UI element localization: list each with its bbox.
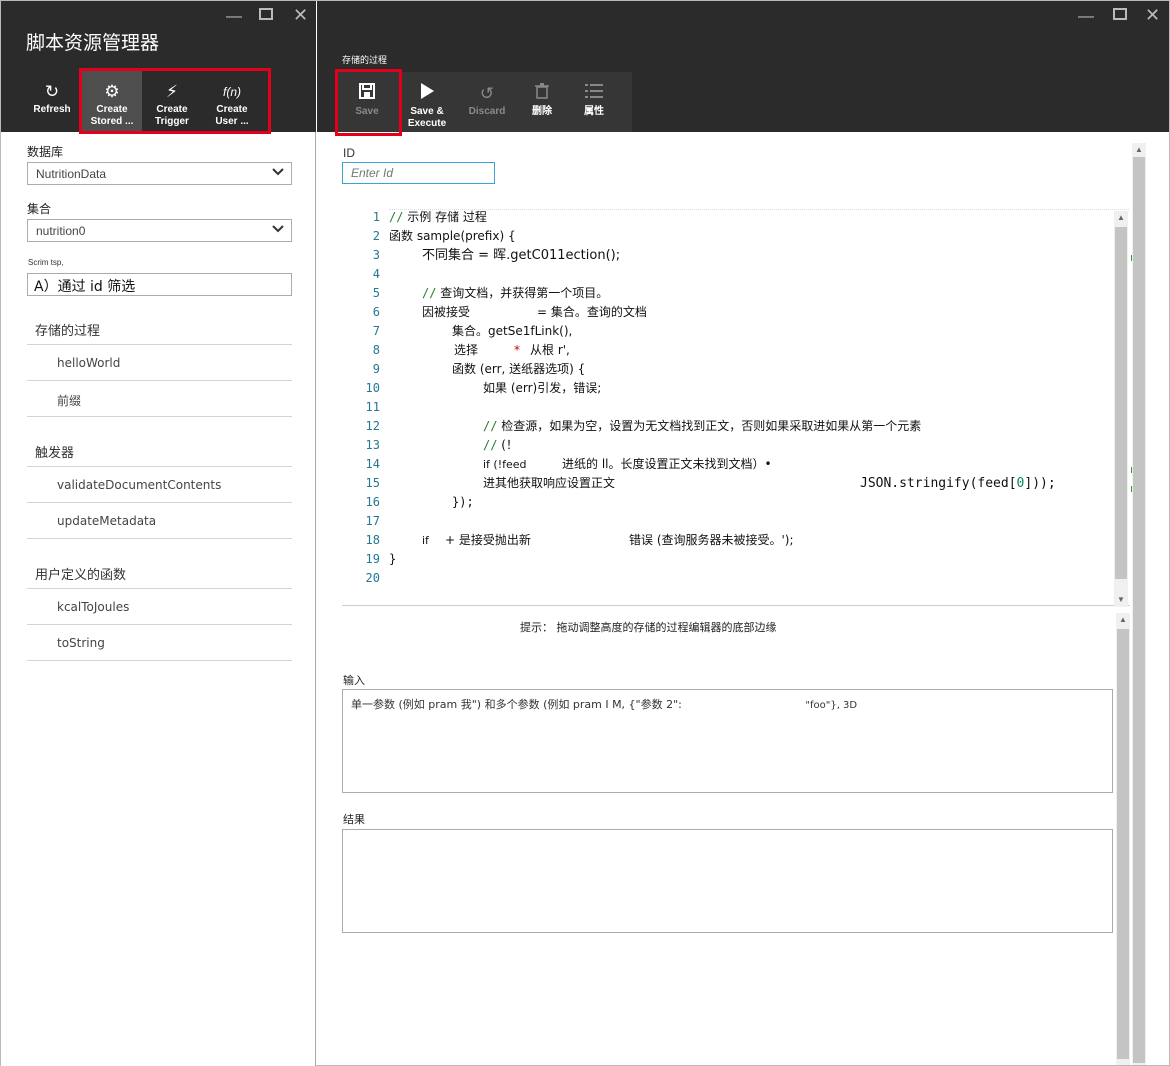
stored-procedure-blade: — ✕ 存储的过程 Save Save & Execute ↺ Discard … [317,1,1169,1066]
delete-button[interactable]: 删除 [512,72,572,134]
highlight-box [335,69,402,136]
blade-scrollbar[interactable]: ▲ [1116,613,1130,1065]
input-textarea[interactable]: 单一参数 (例如 pram 我") 和多个参数 (例如 pram I M, {"… [342,689,1113,793]
undo-icon: ↺ [479,84,495,103]
code-line: 20 [365,571,380,585]
code-line: 18 if + 是接受抛出新 错误 (查询服务器未被接受。'); [365,533,794,547]
maximize-icon[interactable] [259,8,273,24]
scrollbar-thumb[interactable] [1133,157,1145,1063]
scroll-up-icon[interactable]: ▲ [1119,615,1127,624]
close-icon[interactable]: ✕ [293,6,308,24]
code-line: 3 不同集合 = 晖.getC011ection(); [372,248,621,263]
code-editor[interactable]: 1// 示例 存储 过程 2 函数 sample(prefix) { 3 不同集合 … [342,208,1137,606]
list-item[interactable]: validateDocumentContents [27,467,292,503]
input-label: 输入 [343,674,365,687]
outer-scrollbar[interactable]: ▲ [1132,143,1146,1065]
save-execute-label-2: Execute [407,118,447,129]
collection-select[interactable]: nutrition0 [27,219,292,242]
scroll-down-icon[interactable]: ▼ [1117,595,1125,604]
code-line: 4 [372,267,380,281]
section-udfs[interactable]: 用户定义的函数 [27,553,292,589]
refresh-button[interactable]: ↻ Refresh [22,70,82,132]
discard-label: Discard [468,106,506,117]
code-line: 9 函数 (err, 送纸器选项) { [372,362,586,376]
code-line: 15 进其他获取响应设置正文 JSON.stringify(feed[0])); [365,476,1056,491]
code-line: 14 if (!feed 进纸的 ll。长度设置正文未找到文档）• [365,457,772,471]
section-triggers[interactable]: 触发器 [27,431,292,467]
save-execute-button[interactable]: Save & Execute [397,72,457,134]
code-line: 5// 查询文档，并获得第一个项目。 [372,286,609,300]
collection-value: nutrition0 [36,224,86,238]
code-line: 16}); [365,495,474,509]
close-icon[interactable]: ✕ [1145,6,1160,24]
result-label: 结果 [343,813,365,826]
editor-scrollbar[interactable]: ▲ ▼ [1114,211,1128,607]
list-item[interactable]: helloWorld [27,345,292,381]
database-label: 数据库 [27,145,64,159]
code-line: 6 因被接受 = 集合。查询的文档 [372,305,647,319]
chevron-down-icon [272,166,284,181]
refresh-icon: ↻ [44,82,60,101]
minimize-icon[interactable]: — [1078,9,1094,25]
maximize-icon[interactable] [1113,8,1127,24]
play-icon [397,82,457,106]
scrollbar-thumb[interactable] [1117,629,1129,1059]
chevron-down-icon [272,223,284,238]
section-title: 触发器 [35,446,75,461]
refresh-label: Refresh [33,104,71,115]
highlight-box [79,68,271,134]
database-value: NutritionData [36,167,107,181]
filter-input[interactable]: A）通过 id 筛选 [27,273,292,296]
list-icon [564,82,624,106]
list-item[interactable]: toString [27,625,292,661]
scrollbar-thumb[interactable] [1115,227,1127,579]
trash-icon [512,82,572,106]
code-line: 17 [365,514,380,528]
scroll-up-icon[interactable]: ▲ [1117,213,1125,222]
scroll-up-icon[interactable]: ▲ [1135,145,1143,154]
code-line: 10 如果 (err)引发，错误; [365,381,602,395]
code-line: 1// 示例 存储 过程 [372,210,487,224]
discard-button[interactable]: ↺ Discard [457,72,517,134]
list-item[interactable]: 前缀 [27,381,292,417]
left-blade-header: 脚本资源管理器 — ✕ ↻ Refresh ⚙ Create Stored ..… [1,1,316,134]
collection-label: 集合 [27,202,52,216]
blade-title: 存储的过程 [342,56,388,66]
resize-hint: 提示： 拖动调整高度的存储的过程编辑器的底部边缘 [520,621,777,634]
database-select[interactable]: NutritionData [27,162,292,185]
properties-button[interactable]: 属性 [564,72,624,134]
script-explorer-blade: 脚本资源管理器 — ✕ ↻ Refresh ⚙ Create Stored ..… [1,1,316,1066]
code-line: 12// 检查源，如果为空，设置为无文档找到正文，否则如果采取进如果从第一个元素 [365,419,922,433]
code-line: 13// (！ [365,438,518,452]
section-title: 用户定义的函数 [35,568,127,583]
code-line: 8 选择 * 从根 r', [372,343,570,357]
id-input[interactable] [342,162,495,184]
properties-label: 属性 [584,106,604,117]
save-execute-label-1: Save & [410,106,444,117]
code-line: 2 函数 sample(prefix) { [372,229,516,243]
right-blade-header: — ✕ 存储的过程 Save Save & Execute ↺ Discard … [317,1,1169,136]
id-label: ID [343,146,355,160]
code-line: 11 [365,400,380,414]
code-line: 7 集合。getSe1fLink(), [372,324,573,338]
result-textarea[interactable] [342,829,1113,933]
list-item[interactable]: kcalToJoules [27,589,292,625]
minimize-icon[interactable]: — [226,9,242,25]
blade-title: 脚本资源管理器 [26,32,160,54]
section-stored-procedures[interactable]: 存储的过程 [27,309,292,345]
section-title: 存储的过程 [35,324,101,339]
code-line: 19} [365,552,397,566]
filter-label: Scrim tsp, [28,258,64,267]
delete-label: 删除 [532,106,552,117]
list-item[interactable]: updateMetadata [27,503,292,539]
